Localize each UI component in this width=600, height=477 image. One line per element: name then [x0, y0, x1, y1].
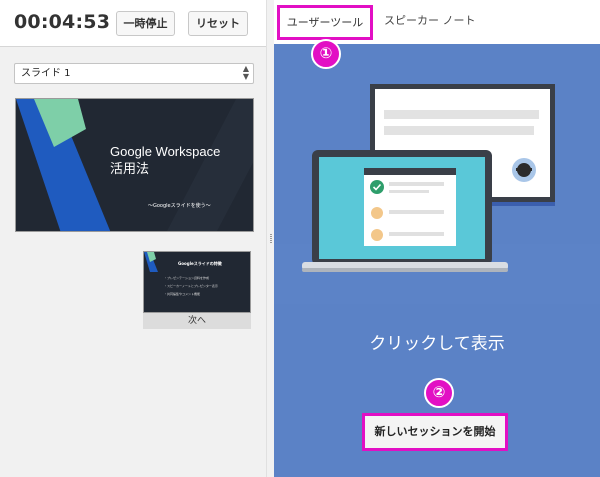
current-slide-preview: Google Workspace 活用法 ～Googleスライドを使う～	[15, 98, 254, 232]
next-slide-bullet: ・プレゼンテーション資料を作成	[164, 276, 209, 280]
reset-button[interactable]: リセット	[188, 11, 248, 36]
next-slide-bullet: ・スピーカーノートとプレゼンター表示	[164, 284, 218, 288]
slide-select[interactable]: スライド 1 ▲ ▼	[14, 63, 254, 84]
click-to-show-text: クリックして表示	[369, 334, 505, 354]
pane-divider[interactable]	[266, 0, 274, 477]
user-avatar-icon	[371, 229, 383, 241]
slide-select-value: スライド 1	[21, 68, 71, 79]
presenter-right-pane: ユーザーツール スピーカー ノート クリックして表示 新しいセッションを開始 ①	[274, 0, 600, 477]
tab-speaker-notes[interactable]: スピーカー ノート	[384, 12, 476, 28]
next-slide-preview[interactable]: Googleスライドの特徴 ・プレゼンテーション資料を作成 ・スピーカーノートと…	[143, 251, 251, 313]
user-avatar-icon	[371, 207, 383, 219]
pause-button[interactable]: 一時停止	[116, 11, 175, 36]
user-tools-illustration	[274, 84, 600, 304]
drag-handle-icon[interactable]	[270, 234, 272, 243]
next-slide-bullet: ・共同編集やコメント機能	[164, 292, 201, 296]
slide-subtitle: ～Googleスライドを使う～	[148, 203, 211, 209]
next-slide-title: Googleスライドの特徴	[178, 261, 222, 266]
annotation-badge-1: ①	[311, 39, 341, 69]
check-icon	[370, 180, 384, 194]
start-new-session-button[interactable]: 新しいセッションを開始	[362, 413, 508, 451]
updown-arrow-icon: ▲ ▼	[242, 64, 249, 81]
tab-bar: ユーザーツール スピーカー ノート	[274, 0, 600, 44]
presenter-left-pane: 00:04:53 一時停止 リセット スライド 1 ▲ ▼ Google Work…	[0, 0, 266, 477]
slide-title: Google Workspace 活用法	[110, 144, 221, 176]
timer-bar: 00:04:53 一時停止 リセット	[0, 0, 266, 47]
timer-display: 00:04:53	[14, 11, 111, 33]
next-label[interactable]: 次へ	[143, 313, 251, 329]
tab-user-tools[interactable]: ユーザーツール	[277, 5, 373, 40]
annotation-badge-2: ②	[424, 378, 454, 408]
